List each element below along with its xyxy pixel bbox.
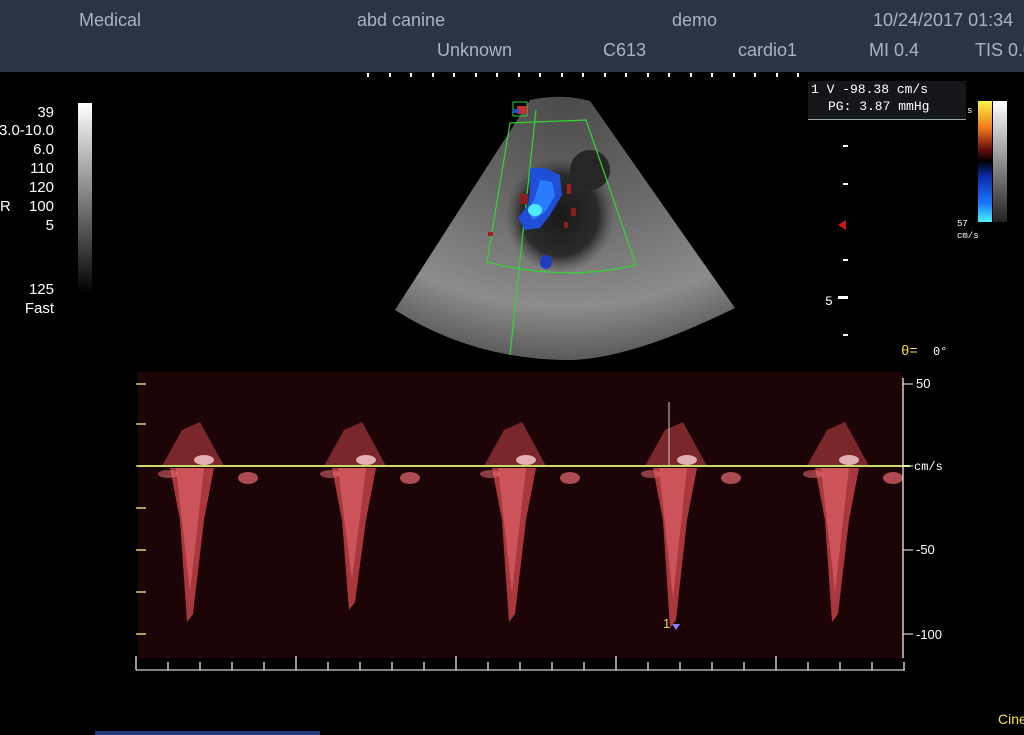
angle-value: 0° [933,345,948,359]
measurement-readout: 1 V -98.38 cm/s PG: 3.87 mmHg [808,81,966,120]
spectral-tick-label: 50 [916,376,931,391]
color-scale-label: s [967,106,973,116]
depth-tick [843,145,848,147]
probe-orientation-icon [512,101,528,117]
cine-progress-bar[interactable] [95,731,320,735]
color-scale-unit: cm/s [957,231,979,241]
color-scale-value: 57 [957,219,968,229]
pressure-gradient: PG: 3.87 mmHg [828,99,930,114]
gray-velocity-scale [993,101,1007,222]
velocity-measurement: 1 V -98.38 cm/s [811,82,929,97]
caliper-number: 1 [663,616,671,631]
cine-label[interactable]: Cine [998,711,1024,727]
depth-tick [843,259,848,261]
depth-tick [843,334,848,336]
color-velocity-scale [978,101,992,222]
spectral-unit-label: cm/s [914,460,943,474]
angle-label: θ= [901,344,918,360]
depth-label: 5 [825,294,833,309]
depth-tick [843,183,848,185]
spectral-tick-label: -100 [916,627,943,642]
focus-marker-icon [838,220,846,230]
depth-tick-major [838,296,848,299]
spectral-tick-label: -50 [916,542,935,557]
